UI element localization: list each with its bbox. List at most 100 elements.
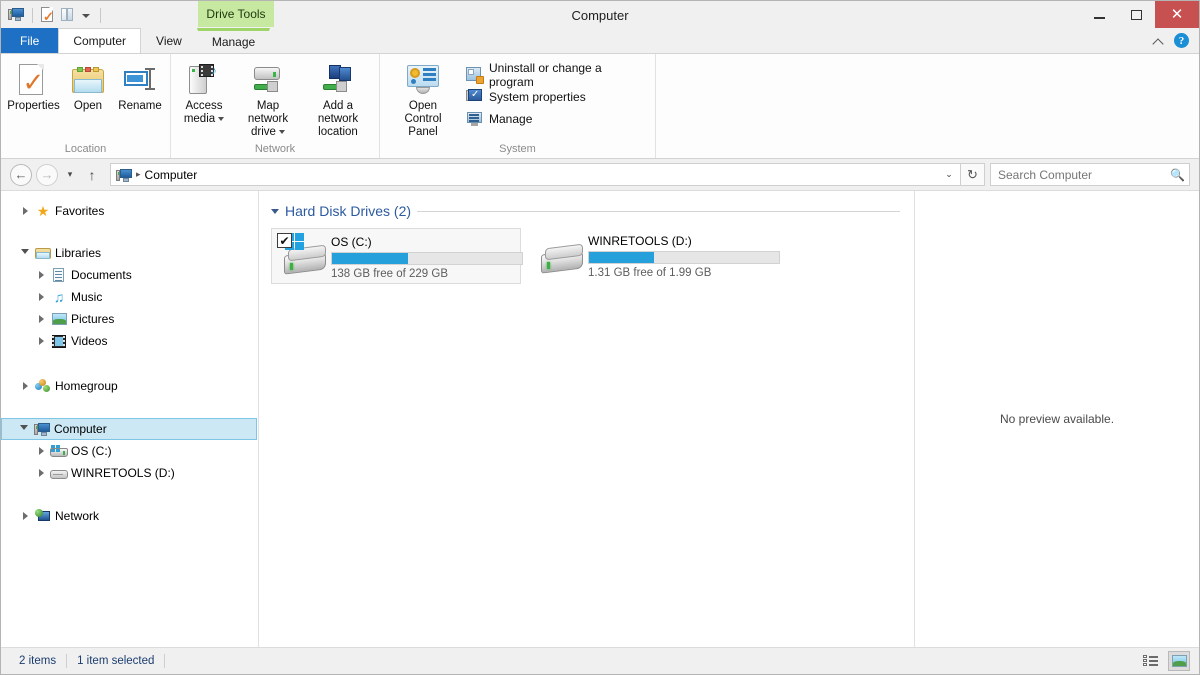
pictures-icon <box>49 313 69 325</box>
ribbon-group-system-label: System <box>499 143 536 155</box>
expander-icon[interactable] <box>33 271 49 279</box>
sidebar-item-label: Pictures <box>71 312 115 326</box>
ribbon-tab-right-controls: ? <box>1153 28 1199 53</box>
search-input[interactable]: Search Computer 🔍 <box>990 163 1190 186</box>
up-button[interactable]: ↑ <box>82 164 102 186</box>
manage-button[interactable]: Manage <box>464 108 651 130</box>
preview-pane: No preview available. <box>915 191 1199 647</box>
recent-locations-button[interactable]: ▾ <box>62 164 78 186</box>
qat-separator <box>32 7 33 23</box>
maximize-button[interactable] <box>1118 1 1155 28</box>
capacity-bar-fill <box>332 253 408 264</box>
minimize-button[interactable] <box>1081 1 1118 28</box>
libraries-icon <box>33 247 53 260</box>
expander-icon[interactable] <box>33 315 49 323</box>
sidebar-item-pictures[interactable]: Pictures <box>1 308 258 330</box>
file-list-view[interactable]: Hard Disk Drives (2) ✔ OS (C:) 138 GB fr… <box>259 191 915 647</box>
chevron-up-icon[interactable] <box>1153 35 1165 47</box>
close-icon: ✕ <box>1170 5 1184 23</box>
close-button[interactable]: ✕ <box>1155 1 1199 28</box>
drive-capacity-label: 1.31 GB free of 1.99 GB <box>588 267 712 279</box>
drive-tile-winretools-d[interactable]: WINRETOOLS (D:) 1.31 GB free of 1.99 GB <box>529 228 780 284</box>
computer-icon[interactable] <box>116 168 132 182</box>
contextual-tab-label: Drive Tools <box>206 7 266 21</box>
collapse-triangle-icon[interactable] <box>271 208 279 214</box>
computer-icon[interactable] <box>8 7 25 24</box>
expander-icon[interactable] <box>17 207 33 215</box>
system-properties-icon: ✓ <box>466 89 483 106</box>
expander-icon[interactable] <box>33 337 49 345</box>
properties-button[interactable]: ✓ Properties <box>5 60 62 113</box>
access-media-icon: ♪ <box>189 63 219 97</box>
sidebar-item-os-c[interactable]: OS (C:) <box>1 440 258 462</box>
capacity-bar-fill <box>589 252 654 263</box>
group-header-hard-disk-drives[interactable]: Hard Disk Drives (2) <box>271 203 914 219</box>
details-view-button[interactable] <box>1140 651 1162 671</box>
address-dropdown-button[interactable]: ⌄ <box>940 164 958 185</box>
drive-tile-os-c[interactable]: ✔ OS (C:) 138 GB free of 229 GB <box>271 228 523 284</box>
refresh-button[interactable]: ↻ <box>961 163 985 186</box>
chevron-down-icon <box>278 129 285 134</box>
maximize-icon <box>1131 9 1142 20</box>
sidebar-item-music[interactable]: ♫ Music <box>1 286 258 308</box>
view-buttons <box>1140 651 1190 671</box>
group-header-label: Hard Disk Drives (2) <box>285 203 412 219</box>
customize-caret-icon[interactable] <box>80 7 93 24</box>
status-bar: 2 items 1 item selected <box>1 647 1199 674</box>
sidebar-item-documents[interactable]: Documents <box>1 264 258 286</box>
sidebar-item-favorites[interactable]: ★ Favorites <box>1 200 258 222</box>
properties-button-label: Properties <box>7 100 60 112</box>
large-icons-view-button[interactable] <box>1168 651 1190 671</box>
expander-icon[interactable] <box>33 293 49 301</box>
uninstall-program-label: Uninstall or change a program <box>489 61 602 89</box>
expander-icon[interactable] <box>17 512 33 520</box>
map-network-drive-button[interactable]: Map network drive <box>233 60 303 139</box>
rename-button[interactable]: Rename <box>114 60 166 113</box>
search-icon[interactable]: 🔍 <box>1170 168 1185 182</box>
address-bar: ← → ▾ ↑ ▸ Computer ⌄ ↻ Search Computer 🔍 <box>1 159 1199 191</box>
tab-file[interactable]: File <box>1 28 59 53</box>
sidebar-item-computer[interactable]: Computer <box>1 418 257 440</box>
breadcrumb-item-computer[interactable]: Computer <box>145 168 198 182</box>
expander-icon[interactable] <box>33 469 49 477</box>
expander-icon[interactable] <box>16 424 32 434</box>
access-media-button[interactable]: ♪ Access media <box>175 60 233 126</box>
open-icon[interactable] <box>60 7 77 24</box>
sidebar-item-libraries[interactable]: Libraries <box>1 242 258 264</box>
sidebar-item-winretools-d[interactable]: WINRETOOLS (D:) <box>1 462 258 484</box>
properties-icon[interactable]: ✓ <box>40 6 57 24</box>
add-network-location-button[interactable]: Add a network location <box>303 60 373 139</box>
contextual-tab-drive-tools: Drive Tools <box>198 1 274 27</box>
help-icon[interactable]: ? <box>1174 33 1189 48</box>
ribbon-group-network-label: Network <box>254 143 296 155</box>
search-placeholder: Search Computer <box>998 167 1093 182</box>
open-button[interactable]: Open <box>62 60 114 113</box>
open-control-panel-button[interactable]: Open Control Panel <box>388 60 458 139</box>
expander-icon[interactable] <box>17 382 33 390</box>
tab-manage[interactable]: Manage <box>196 28 271 53</box>
tab-computer-label: Computer <box>73 34 127 48</box>
drive-info-winretools-d: WINRETOOLS (D:) 1.31 GB free of 1.99 GB <box>588 232 780 279</box>
breadcrumb-separator[interactable]: ▸ <box>136 169 141 180</box>
sidebar-item-network[interactable]: Network <box>1 505 258 527</box>
drive-name-label: OS (C:) <box>331 235 372 249</box>
preview-message: No preview available. <box>999 412 1115 426</box>
tab-view[interactable]: View <box>141 28 197 53</box>
expander-icon[interactable] <box>33 447 49 455</box>
forward-button[interactable]: → <box>36 163 58 186</box>
ribbon-group-location-items: ✓ Properties Open Rename <box>1 58 170 140</box>
ribbon-group-system: Open Control Panel Uninstall or change a… <box>380 54 656 158</box>
rename-icon <box>124 63 156 97</box>
drive-checkbox-os-c[interactable]: ✔ <box>277 233 292 248</box>
uninstall-program-icon <box>466 67 484 84</box>
address-field[interactable]: ▸ Computer ⌄ <box>110 163 961 186</box>
uninstall-program-button[interactable]: Uninstall or change a program <box>464 61 651 89</box>
tab-computer[interactable]: Computer <box>58 28 142 53</box>
sidebar-item-homegroup[interactable]: Homegroup <box>1 375 258 397</box>
system-properties-button[interactable]: ✓ System properties <box>464 86 651 108</box>
back-button[interactable]: ← <box>10 163 32 186</box>
status-separator-2 <box>164 654 166 668</box>
sidebar-item-videos[interactable]: Videos <box>1 330 258 352</box>
drive-capacity-label: 138 GB free of 229 GB <box>331 268 448 280</box>
expander-icon[interactable] <box>17 248 33 258</box>
